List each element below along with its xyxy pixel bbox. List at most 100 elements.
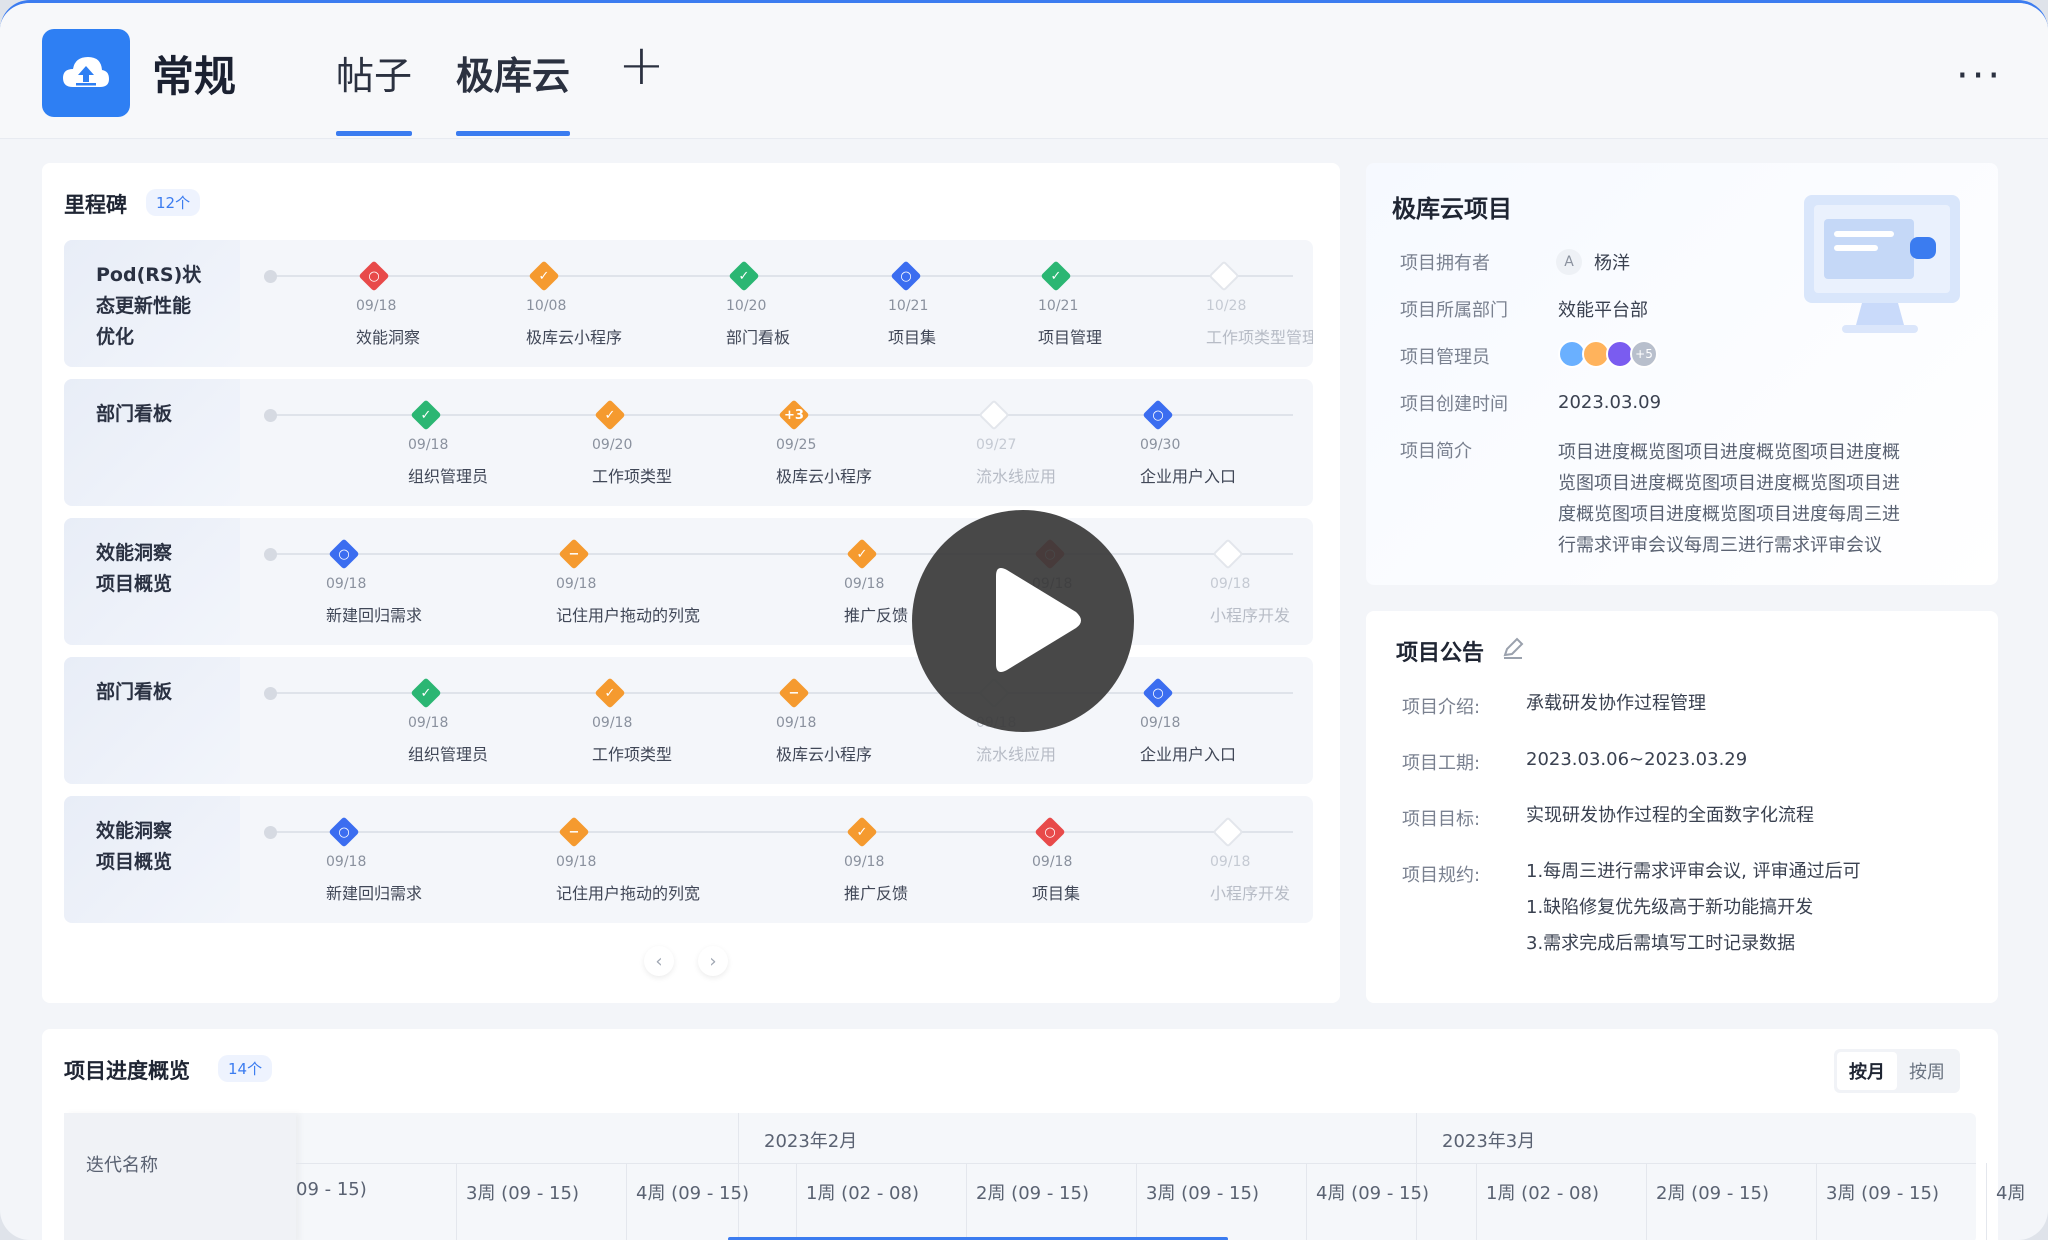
- milestone-date: 09/18: [1140, 715, 1181, 731]
- more-menu-button[interactable]: ···: [1956, 53, 2003, 99]
- milestone-marker[interactable]: ✓: [1040, 260, 1072, 292]
- week-header: 09 - 15): [296, 1179, 367, 1200]
- week-header: 1周 (02 - 08): [1486, 1183, 1599, 1204]
- milestone-label: 企业用户入口: [1140, 745, 1237, 764]
- notice-key: 项目规约:: [1402, 865, 1481, 886]
- marker-symbol-icon: ○: [900, 268, 912, 284]
- next-page-button[interactable]: ›: [698, 946, 728, 976]
- milestone-row-label: 效能洞察 项目概览: [64, 796, 240, 923]
- tab-posts[interactable]: 帖子: [336, 45, 413, 136]
- progress-overview-card: 项目进度概览 14个 按月 按周 迭代名称 2023年2月 2023年3月 09…: [42, 1029, 2025, 1240]
- milestone-marker[interactable]: ○: [1142, 399, 1174, 431]
- timeline-start-dot: [264, 270, 277, 283]
- milestone-row: 部门看板 ✓ 09/18 组织管理员 ✓ 09/20 工作项类型 +3 09/25 极库云小程序 0…: [64, 379, 1313, 506]
- milestone-marker[interactable]: [978, 399, 1010, 431]
- tab-posts-underline: [336, 131, 413, 136]
- app-window: 常规 帖子 极库云 + ··· 里程碑 12个 Pod(RS)状 态更新性能 优化 ○…: [0, 0, 2048, 1240]
- milestone-marker[interactable]: ○: [358, 260, 390, 292]
- milestone-marker[interactable]: ✓: [594, 677, 626, 709]
- month-header: 2023年3月: [1442, 1131, 1536, 1152]
- intro-line: 项目进度概览图项目进度概览图项目进度概: [1558, 442, 1900, 463]
- notice-key: 项目介绍:: [1402, 697, 1481, 718]
- milestone-marker[interactable]: [1212, 816, 1244, 848]
- intro-key: 项目简介: [1400, 441, 1472, 462]
- marker-symbol-icon: ○: [1152, 685, 1164, 701]
- milestone-date: 09/18: [1032, 854, 1073, 870]
- milestone-marker[interactable]: ✓: [594, 399, 626, 431]
- milestone-marker[interactable]: ✓: [846, 538, 878, 570]
- milestone-marker[interactable]: ○: [328, 538, 360, 570]
- milestone-row-label: 部门看板: [64, 657, 240, 784]
- marker-symbol-icon: [1209, 261, 1239, 291]
- progress-title: 项目进度概览: [64, 1059, 190, 1083]
- intro-line: 览图项目进度概览图项目进度概览图项目进: [1558, 473, 1900, 494]
- milestone-marker[interactable]: ○: [890, 260, 922, 292]
- toggle-month[interactable]: 按月: [1837, 1052, 1897, 1090]
- row-label-line: 部门看板: [96, 403, 173, 425]
- row-label-line: 优化: [96, 326, 135, 348]
- milestone-date: 10/20: [726, 298, 767, 314]
- view-toggle: 按月 按周: [1834, 1049, 1960, 1093]
- milestone-marker[interactable]: −: [558, 538, 590, 570]
- milestone-date: 09/18: [326, 854, 367, 870]
- month-divider: [1416, 1113, 1417, 1240]
- milestone-marker[interactable]: +3: [778, 399, 810, 431]
- tab-jikuyun-underline: [456, 131, 571, 136]
- row-label-line: 态更新性能: [96, 295, 192, 317]
- add-tab-button[interactable]: +: [618, 33, 665, 98]
- row-label-line: 效能洞察: [96, 820, 173, 842]
- prev-page-button[interactable]: ‹: [644, 946, 674, 976]
- monitor-illustration-icon: [1804, 195, 1960, 333]
- milestone-date: 09/18: [776, 715, 817, 731]
- milestone-marker[interactable]: ✓: [728, 260, 760, 292]
- marker-symbol-icon: ✓: [604, 407, 616, 423]
- marker-symbol-icon: −: [568, 546, 580, 562]
- created-value: 2023.03.09: [1558, 392, 1662, 413]
- week-header: 4周: [1996, 1183, 2026, 1204]
- owner-key: 项目拥有者: [1400, 253, 1490, 274]
- timeline-start-dot: [264, 826, 277, 839]
- notice-key: 项目工期:: [1402, 753, 1481, 774]
- milestone-marker[interactable]: ○: [328, 816, 360, 848]
- milestone-marker[interactable]: [1208, 260, 1240, 292]
- milestone-label: 部门看板: [726, 328, 791, 347]
- milestone-marker[interactable]: ✓: [410, 677, 442, 709]
- edit-pencil-icon[interactable]: [1500, 635, 1526, 661]
- milestone-row-label: 部门看板: [64, 379, 240, 506]
- marker-symbol-icon: ✓: [604, 685, 616, 701]
- milestone-row: 效能洞察 项目概览 ○ 09/18 新建回归需求 − 09/18 记住用户拖动的列宽 ✓ 09/1…: [64, 796, 1313, 923]
- milestone-label: 流水线应用: [976, 745, 1057, 764]
- video-play-button[interactable]: [912, 510, 1134, 732]
- milestone-date: 09/30: [1140, 437, 1181, 453]
- milestone-marker[interactable]: ○: [1142, 677, 1174, 709]
- milestone-marker[interactable]: ✓: [410, 399, 442, 431]
- week-divider: [1816, 1163, 1817, 1240]
- milestone-marker[interactable]: [1212, 538, 1244, 570]
- week-divider: [626, 1163, 627, 1240]
- milestone-marker[interactable]: −: [558, 816, 590, 848]
- toggle-week[interactable]: 按周: [1897, 1052, 1957, 1090]
- milestone-date: 09/18: [556, 576, 597, 592]
- week-header: 3周 (09 - 15): [466, 1183, 579, 1204]
- milestone-marker[interactable]: −: [778, 677, 810, 709]
- milestone-date: 09/18: [556, 854, 597, 870]
- row-label-line: 效能洞察: [96, 542, 173, 564]
- milestone-label: 项目管理: [1038, 328, 1103, 347]
- week-header: 3周 (09 - 15): [1826, 1183, 1939, 1204]
- marker-symbol-icon: ○: [368, 268, 380, 284]
- milestone-date: 10/21: [1038, 298, 1079, 314]
- tab-jikuyun[interactable]: 极库云: [456, 45, 571, 136]
- milestone-label: 推广反馈: [844, 884, 909, 903]
- marker-symbol-icon: ✓: [738, 268, 750, 284]
- milestone-label: 组织管理员: [408, 745, 489, 764]
- admin-more-badge[interactable]: +5: [1630, 340, 1658, 368]
- marker-symbol-icon: [1213, 539, 1243, 569]
- milestone-marker[interactable]: ○: [1034, 816, 1066, 848]
- milestone-date: 09/25: [776, 437, 817, 453]
- tab-posts-label: 帖子: [336, 54, 413, 98]
- timeline-start-dot: [264, 548, 277, 561]
- milestone-marker[interactable]: ✓: [846, 816, 878, 848]
- notice-value: 1.每周三进行需求评审会议, 评审通过后可 1.缺陷修复优先级高于新功能搞开发 …: [1526, 854, 1861, 962]
- milestone-marker[interactable]: ✓: [528, 260, 560, 292]
- milestone-date: 09/18: [844, 854, 885, 870]
